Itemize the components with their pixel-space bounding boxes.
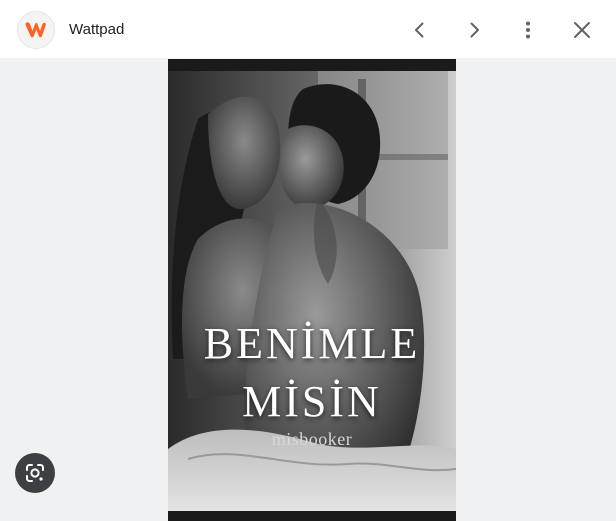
close-icon (574, 22, 590, 38)
google-lens-button[interactable] (15, 453, 55, 493)
chevron-right-icon (470, 22, 479, 38)
cover-author: misbooker (271, 429, 353, 449)
cover-photo (168, 59, 456, 521)
previous-button[interactable] (403, 13, 437, 47)
google-lens-icon (26, 464, 44, 482)
book-cover-image[interactable]: BENİMLE MİSİN misbooker (168, 59, 456, 521)
image-viewer: BENİMLE MİSİN misbooker (0, 58, 616, 521)
site-name[interactable]: Wattpad (69, 20, 124, 40)
next-button[interactable] (457, 13, 491, 47)
close-button[interactable] (565, 13, 599, 47)
wattpad-logo[interactable] (17, 11, 55, 49)
more-options-button[interactable] (511, 13, 545, 47)
chevron-left-icon (415, 22, 424, 38)
more-vert-icon (526, 21, 530, 39)
wattpad-w-icon (25, 22, 46, 38)
cover-title-line-2: MİSİN (242, 377, 382, 426)
header-bar: Wattpad (0, 0, 616, 58)
cover-title-line-1: BENİMLE (203, 319, 421, 368)
